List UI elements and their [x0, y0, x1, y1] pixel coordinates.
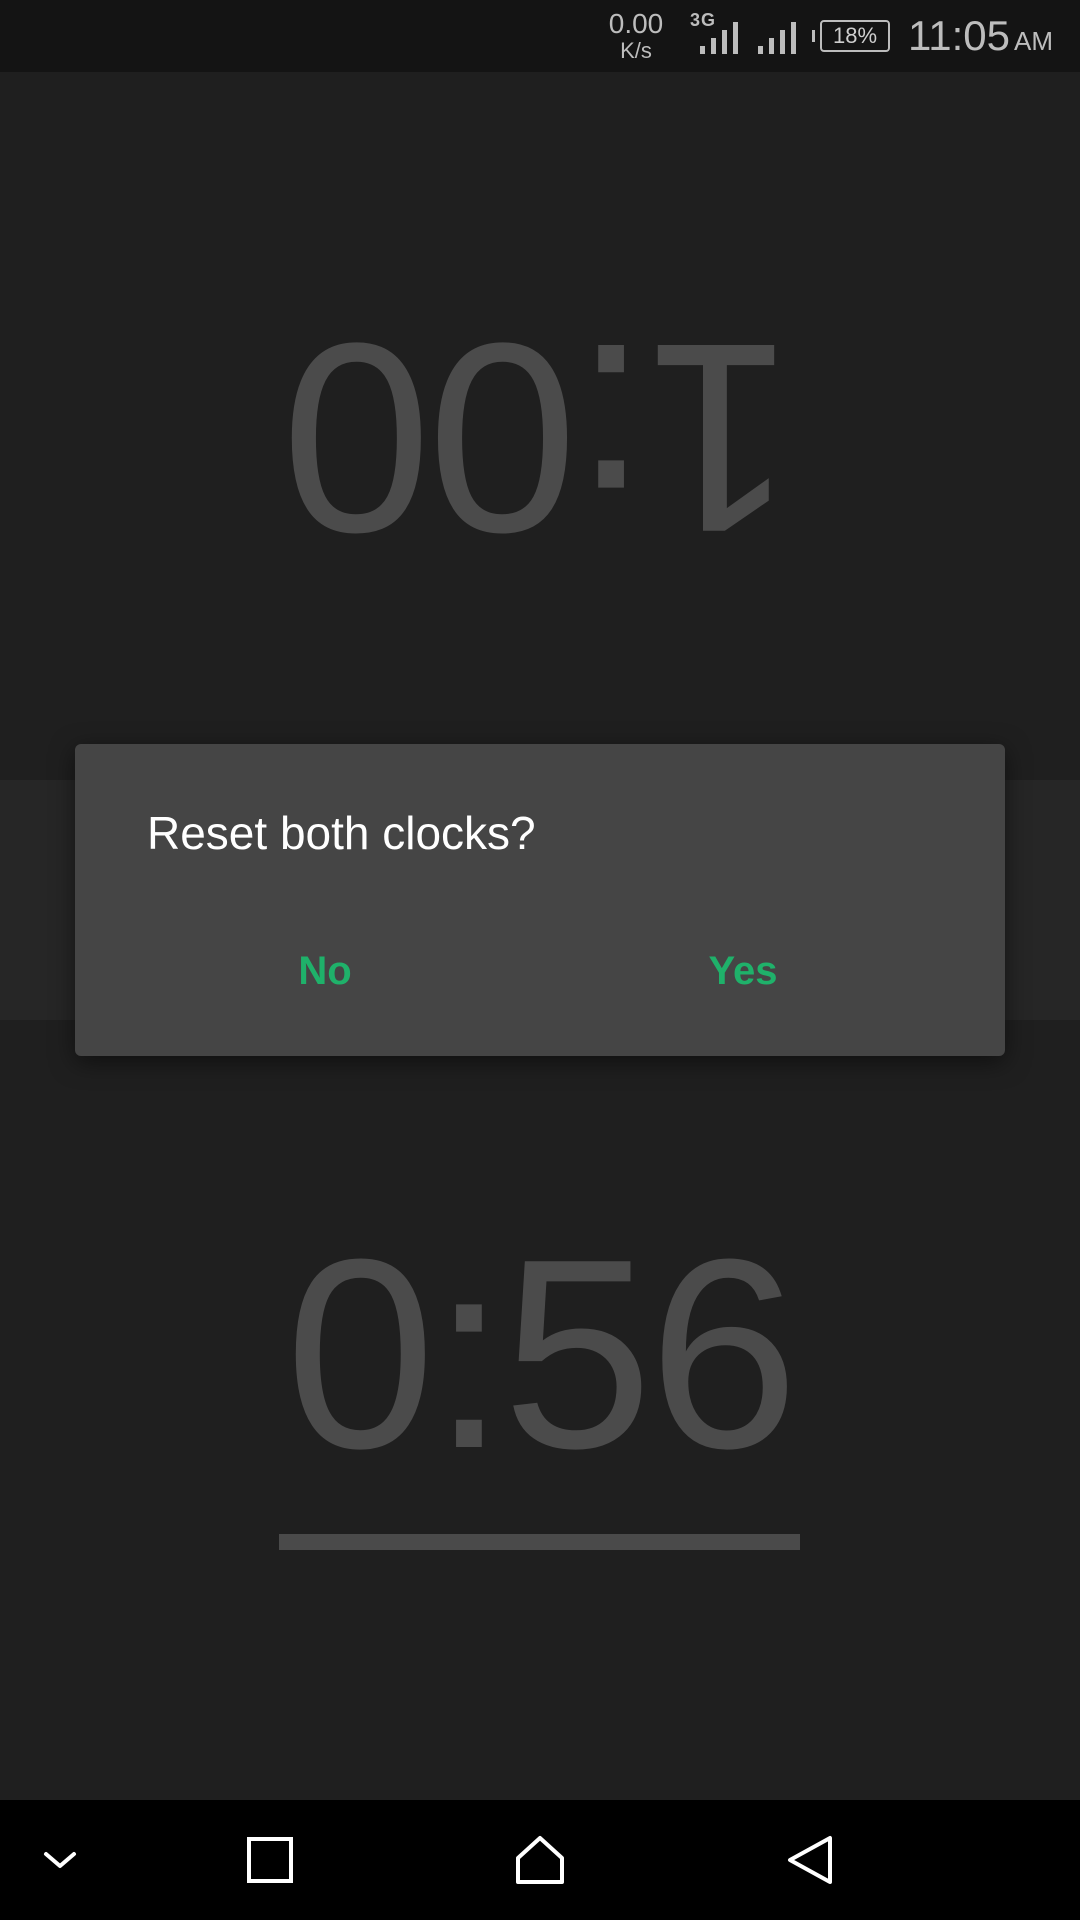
bottom-player-progress-fill — [279, 1534, 800, 1550]
recent-apps-icon[interactable] — [240, 1830, 300, 1890]
network-speed: 0.00 K/s — [596, 10, 676, 62]
signal-icon — [698, 20, 744, 54]
back-icon[interactable] — [780, 1830, 840, 1890]
top-player-time: 1:00 — [285, 287, 795, 588]
status-ampm: AM — [1014, 26, 1053, 56]
top-player-clock-panel[interactable]: 1:00 — [0, 72, 1080, 780]
home-icon[interactable] — [510, 1830, 570, 1890]
signal-icon — [756, 20, 802, 54]
battery-icon: 18% — [812, 20, 890, 52]
bottom-player-progress-bar — [279, 1534, 800, 1550]
dialog-title: Reset both clocks? — [147, 807, 536, 859]
status-clock: 11:05 AM — [908, 12, 1053, 60]
battery-tip — [812, 30, 815, 42]
reset-dialog: Reset both clocks? No Yes — [75, 744, 1005, 1056]
network-speed-unit: K/s — [620, 38, 652, 63]
yes-button[interactable]: Yes — [653, 936, 833, 1006]
status-bar: 0.00 K/s 3G 18% 11:05 AM — [0, 0, 1080, 72]
app-screen: 0.00 K/s 3G 18% 11:05 AM 1:00 0:56 Reset… — [0, 0, 1080, 1920]
bottom-player-time: 0:56 — [285, 1204, 799, 1505]
battery-level: 18% — [820, 20, 890, 52]
navigation-bar — [0, 1800, 1080, 1920]
bottom-player-clock-panel[interactable]: 0:56 — [0, 1020, 1080, 1800]
no-button[interactable]: No — [235, 936, 415, 1006]
chevron-down-icon[interactable] — [30, 1830, 90, 1890]
status-time: 11:05 — [908, 12, 1010, 59]
network-speed-value: 0.00 — [608, 8, 664, 39]
